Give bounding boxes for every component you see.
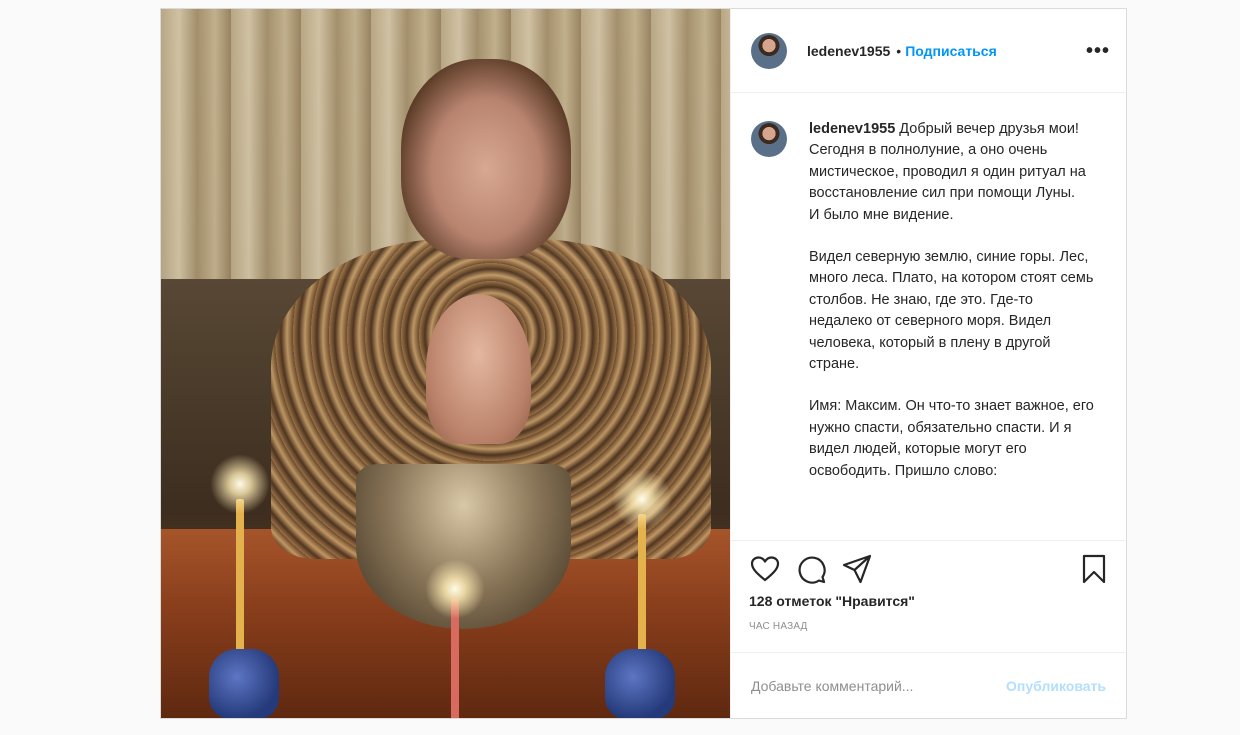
separator-dot: •: [896, 42, 902, 59]
likes-count[interactable]: 128 отметок "Нравится": [749, 593, 1110, 609]
avatar[interactable]: [751, 32, 787, 69]
photo-flame-right: [612, 469, 672, 529]
post-sidebar: ledenev1955 • Подписаться ••• ledenev195…: [730, 9, 1126, 718]
heart-icon[interactable]: [749, 553, 781, 585]
photo-flame-left: [210, 454, 270, 514]
photo-holder-right: [605, 649, 675, 718]
photo-flame-center: [425, 559, 485, 619]
caption-avatar[interactable]: [751, 121, 787, 157]
follow-button[interactable]: Подписаться: [905, 43, 997, 59]
bookmark-icon[interactable]: [1078, 553, 1110, 585]
photo-hands: [426, 294, 531, 444]
publish-button[interactable]: Опубликовать: [1006, 678, 1106, 694]
add-comment-bar: Опубликовать: [731, 652, 1126, 718]
photo-candle-left: [236, 499, 244, 669]
action-icons: [749, 553, 1110, 585]
share-icon[interactable]: [841, 553, 873, 585]
caption-paragraph-2: Видел северную землю, синие горы. Лес, м…: [809, 249, 1094, 373]
username-link[interactable]: ledenev1955: [807, 43, 890, 59]
post-photo[interactable]: [161, 9, 730, 718]
caption-username[interactable]: ledenev1955: [809, 121, 895, 137]
post-time[interactable]: час назад: [749, 621, 1110, 632]
post-caption: ledenev1955 Добрый вечер друзья мои! Сег…: [809, 119, 1099, 540]
post-header: ledenev1955 • Подписаться •••: [731, 9, 1126, 93]
comments-area[interactable]: ledenev1955 Добрый вечер друзья мои! Сег…: [731, 93, 1126, 540]
comment-icon[interactable]: [795, 553, 827, 585]
post-actions: 128 отметок "Нравится" час назад: [731, 540, 1126, 652]
post-card: ledenev1955 • Подписаться ••• ledenev195…: [160, 8, 1127, 719]
more-icon[interactable]: •••: [1086, 41, 1110, 61]
photo-holder-left: [209, 649, 279, 718]
caption-paragraph-3: Имя: Максим. Он что-то знает важное, его…: [809, 398, 1094, 479]
photo-person: [401, 59, 571, 259]
comment-input[interactable]: [749, 676, 1007, 695]
